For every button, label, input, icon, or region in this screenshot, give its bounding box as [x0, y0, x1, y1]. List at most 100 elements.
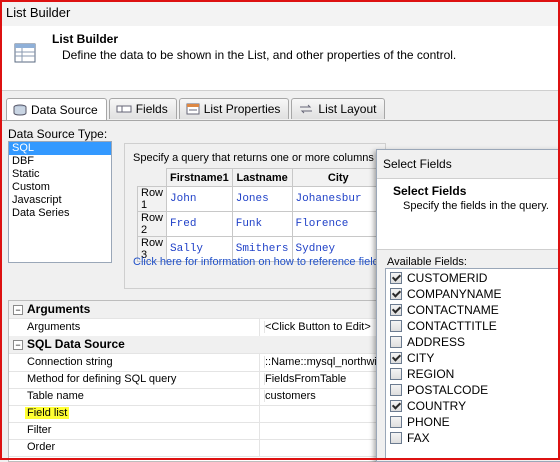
field-item[interactable]: COUNTRY [390, 398, 466, 414]
dialog-heading: Select Fields [393, 184, 467, 198]
column-divider [259, 371, 260, 388]
dialog-title: Select Fields [383, 157, 452, 171]
data-source-option-dbf[interactable]: DBF [9, 155, 111, 168]
grid-cell[interactable]: Jones [231, 186, 293, 212]
grid-column-header: City [291, 168, 386, 187]
category-label: SQL Data Source [27, 337, 125, 351]
checkbox[interactable] [390, 304, 402, 316]
database-icon [13, 104, 27, 116]
field-item[interactable]: PHONE [390, 414, 450, 430]
property-name: Connection string [27, 356, 113, 368]
checkbox[interactable] [390, 400, 402, 412]
category-label: Arguments [27, 302, 91, 316]
column-divider [259, 439, 260, 456]
tab-list-properties-label: List Properties [203, 102, 281, 116]
column-divider [259, 319, 260, 336]
property-value[interactable]: ::Name::mysql_northwin [264, 356, 383, 368]
grid-row: Row 2 Fred Funk Florence [136, 211, 386, 237]
tab-list-layout-label: List Layout [318, 102, 377, 116]
tab-fields-label: Fields [135, 102, 168, 116]
checkbox[interactable] [390, 272, 402, 284]
property-name: Method for defining SQL query [27, 373, 177, 385]
tab-data-source[interactable]: Data Source [6, 98, 107, 121]
property-name: Filter [27, 424, 52, 436]
field-label: REGION [407, 367, 455, 381]
tab-list-properties[interactable]: List Properties [178, 98, 290, 119]
checkbox[interactable] [390, 432, 402, 444]
field-item[interactable]: CONTACTTITLE [390, 318, 497, 334]
data-source-type-list[interactable]: SQL DBF Static Custom Javascript Data Se… [8, 141, 112, 263]
tab-fields[interactable]: Fields [108, 98, 177, 119]
grid-cell[interactable]: John [166, 186, 233, 212]
field-item[interactable]: REGION [390, 366, 454, 382]
fields-icon [116, 105, 132, 113]
field-item[interactable]: FAX [390, 430, 430, 446]
checkbox[interactable] [390, 288, 402, 300]
available-fields-label: Available Fields: [387, 256, 467, 268]
grid-cell[interactable]: Florence [291, 211, 386, 237]
field-label: PHONE [407, 415, 450, 429]
field-item[interactable]: ADDRESS [390, 334, 465, 350]
layout-icon [300, 104, 313, 114]
checkbox[interactable] [390, 368, 402, 380]
field-label: POSTALCODE [407, 383, 489, 397]
checkbox[interactable] [390, 320, 402, 332]
grid-corner [136, 168, 168, 187]
collapse-icon[interactable]: − [13, 305, 23, 315]
data-source-option-data-series[interactable]: Data Series [9, 207, 111, 220]
field-item[interactable]: CUSTOMERID [390, 270, 487, 286]
grid-column-header: Firstname1 [166, 168, 233, 187]
tab-divider [0, 120, 560, 121]
data-source-option-custom[interactable]: Custom [9, 181, 111, 194]
field-reference-help-link[interactable]: Click here for information on how to ref… [133, 256, 379, 268]
list-icon [14, 43, 36, 63]
field-list-highlight: Field list [25, 407, 70, 419]
field-item[interactable]: CONTACTNAME [390, 302, 499, 318]
property-name: Table name [27, 390, 84, 402]
field-label: COUNTRY [407, 399, 467, 413]
property-name: Order [27, 441, 56, 453]
property-name: Arguments [27, 321, 81, 333]
grid-cell[interactable]: Johanesbur [291, 186, 386, 212]
header-panel: List Builder Define the data to be shown… [0, 26, 560, 91]
field-label: CITY [407, 351, 435, 365]
header-title: List Builder [52, 32, 119, 46]
grid-row-header: Row 2 [136, 211, 168, 237]
dialog-subheading: Specify the fields in the query. [403, 200, 549, 212]
property-name: Field list [25, 407, 70, 419]
grid-row-header: Row 1 [136, 186, 168, 212]
column-divider [259, 354, 260, 371]
select-fields-dialog: Select Fields Select Fields Specify the … [376, 149, 560, 462]
field-label: FAX [407, 431, 430, 445]
checkbox[interactable] [390, 336, 402, 348]
sample-data-grid: Firstname1 Lastname City Row 1 John Jone… [136, 168, 386, 262]
data-source-option-sql[interactable]: SQL [9, 142, 111, 155]
available-fields-list: CUSTOMERID COMPANYNAME CONTACTNAME CONTA… [385, 268, 560, 460]
field-label: ADDRESS [407, 335, 466, 349]
data-source-type-label: Data Source Type: [8, 127, 108, 141]
field-item[interactable]: CITY [390, 350, 434, 366]
field-label: CONTACTTITLE [407, 319, 497, 333]
field-label: CUSTOMERID [407, 271, 488, 285]
grid-cell[interactable]: Funk [231, 211, 293, 237]
field-item[interactable]: POSTALCODE [390, 382, 488, 398]
window-title: List Builder [6, 5, 71, 20]
grid-cell[interactable]: Fred [166, 211, 233, 237]
checkbox[interactable] [390, 416, 402, 428]
query-panel: Specify a query that returns one or more… [124, 143, 386, 289]
property-value[interactable]: <Click Button to Edit> [264, 321, 371, 333]
property-value[interactable]: FieldsFromTable [264, 373, 346, 385]
data-source-option-static[interactable]: Static [9, 168, 111, 181]
field-item[interactable]: COMPANYNAME [390, 286, 501, 302]
column-divider [259, 388, 260, 405]
checkbox[interactable] [390, 352, 402, 364]
grid-column-header: Lastname [231, 168, 293, 187]
query-instruction: Specify a query that returns one or more… [133, 152, 374, 164]
collapse-icon[interactable]: − [13, 340, 23, 350]
property-value[interactable]: customers [264, 390, 316, 402]
tab-list-layout[interactable]: List Layout [291, 98, 386, 119]
dialog-header: Select Fields Specify the fields in the … [377, 178, 560, 250]
data-source-option-javascript[interactable]: Javascript [9, 194, 111, 207]
properties-icon [186, 103, 200, 115]
checkbox[interactable] [390, 384, 402, 396]
